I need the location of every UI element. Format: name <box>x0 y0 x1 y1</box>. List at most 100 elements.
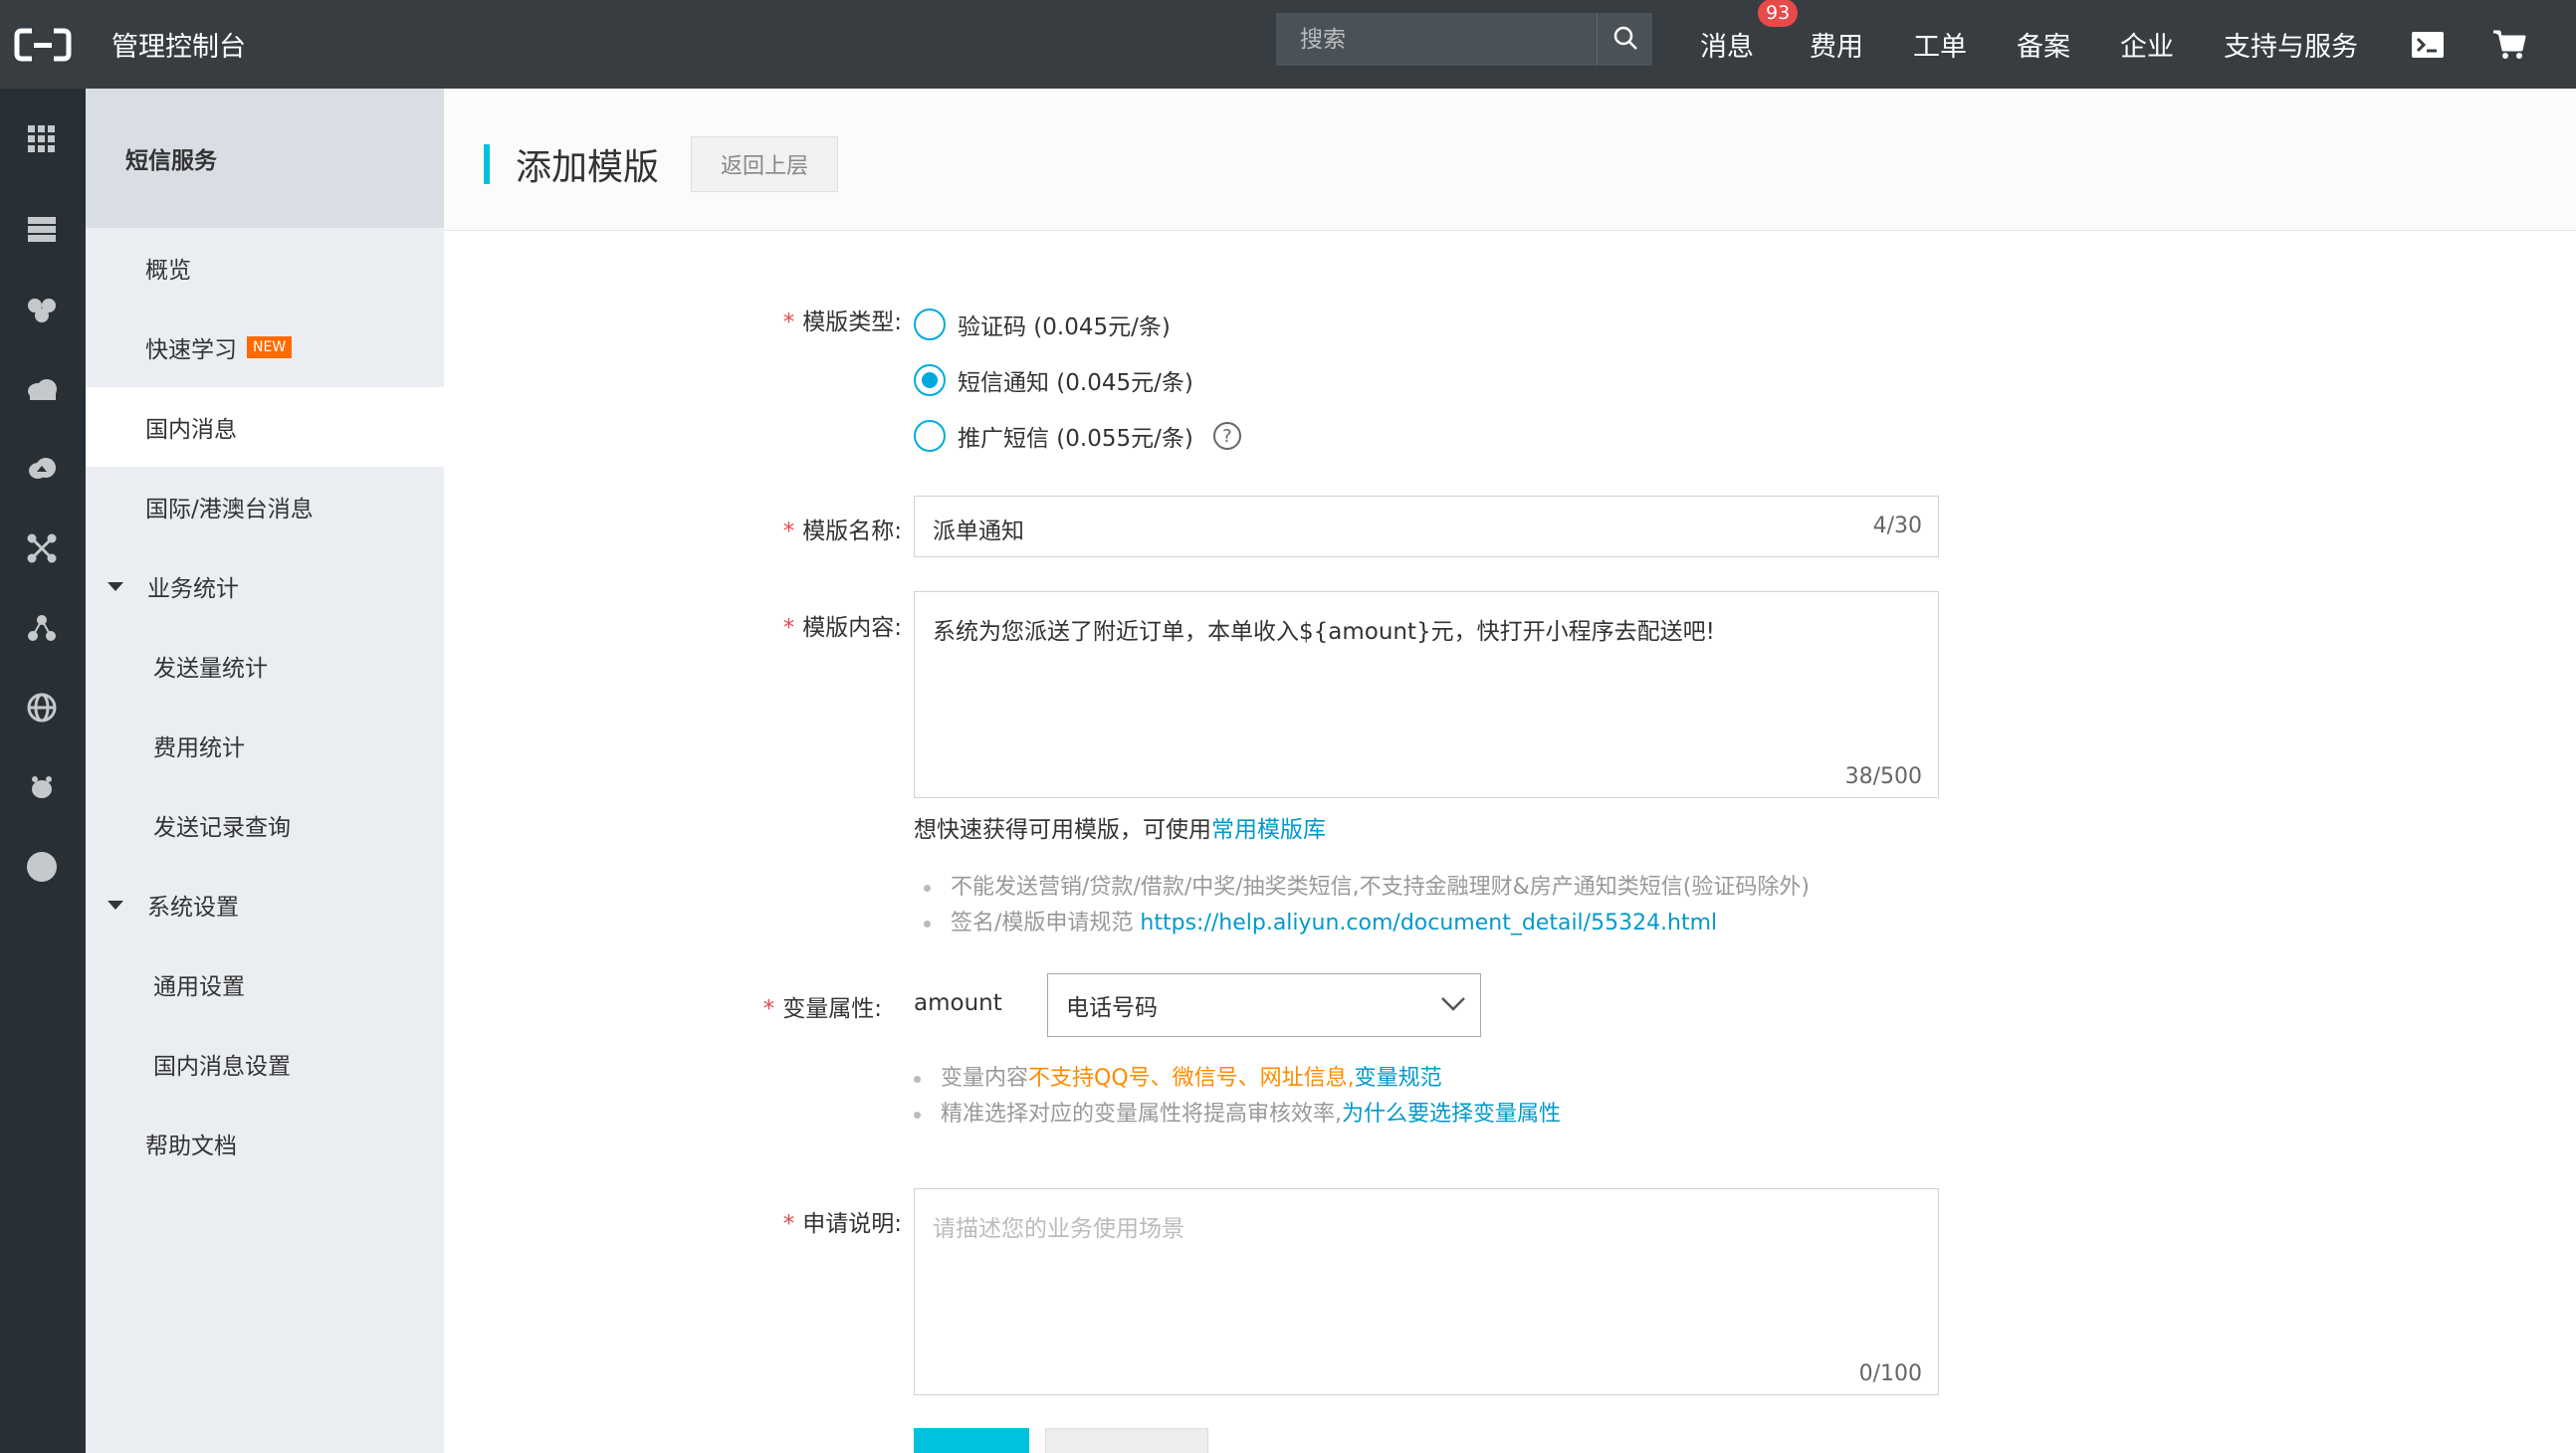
nav-tickets[interactable]: 工单 <box>1913 25 1967 64</box>
preview-button[interactable] <box>1045 1428 1208 1453</box>
search-input[interactable] <box>1276 13 1597 66</box>
sidebar-item-label: 发送记录查询 <box>153 815 291 841</box>
search-icon <box>1612 25 1638 55</box>
sidebar-item-domestic[interactable]: 国内消息 <box>86 387 444 467</box>
apply-desc-textarea[interactable]: 请描述您的业务使用场景 0/100 <box>914 1188 1939 1395</box>
grid-icon[interactable] <box>20 117 64 161</box>
variable-attr-label: * 变量属性: <box>762 996 882 1022</box>
submit-button[interactable] <box>914 1428 1029 1453</box>
sidebar-item-quick-learn[interactable]: 快速学习 NEW <box>86 308 444 387</box>
sidebar-item-fee-stats[interactable]: 费用统计 <box>86 706 444 785</box>
sidebar-item-domestic-settings[interactable]: 国内消息设置 <box>86 1024 444 1104</box>
page-title: 添加模版 <box>516 147 660 188</box>
terminal-icon[interactable] <box>2411 0 2445 89</box>
search-box <box>1276 13 1652 66</box>
help-question-icon[interactable]: ? <box>1212 422 1241 450</box>
sidebar-item-label: 国内消息设置 <box>153 1054 291 1080</box>
variable-spec-link[interactable]: 变量规范 <box>1355 1066 1442 1091</box>
sidebar-item-label: 快速学习 <box>145 337 237 363</box>
radio-promo-sms[interactable]: 推广短信 (0.055元/条) ? <box>914 419 1241 453</box>
template-type-label: * 模版类型: <box>782 310 902 335</box>
rules-doc-link[interactable]: https://help.aliyun.com/document_detail/… <box>1140 911 1717 935</box>
cloud-upload-icon[interactable] <box>20 447 64 491</box>
template-name-input[interactable]: 派单通知 4/30 <box>914 496 1939 557</box>
bug-icon[interactable] <box>20 765 64 809</box>
sms-sidebar: 短信服务 概览 快速学习 NEW 国内消息 国际/港澳台消息 业务统计 发送量统… <box>86 89 444 1453</box>
sidebar-item-label: 帮助文档 <box>145 1134 237 1159</box>
nodes-icon[interactable] <box>20 606 64 650</box>
console-title[interactable]: 管理控制台 <box>111 25 246 64</box>
list-item: 精准选择对应的变量属性将提高审核效率,为什么要选择变量属性 <box>914 1097 1561 1133</box>
sidebar-group-system-settings[interactable]: 系统设置 <box>86 865 444 944</box>
nav-support[interactable]: 支持与服务 <box>2224 25 2358 64</box>
back-button[interactable]: 返回上层 <box>691 136 838 192</box>
title-accent-bar <box>484 144 490 184</box>
chevron-down-icon <box>1440 992 1466 1018</box>
list-item: 不能发送营销/贷款/借款/中奖/抽奖类短信,不支持金融理财&房产通知类短信(验证… <box>924 870 1810 906</box>
template-content-value: 系统为您派送了附近订单，本单收入${amount}元，快打开小程序去配送吧! <box>933 619 1715 645</box>
radio-button[interactable] <box>914 420 946 452</box>
sidebar-item-label: 费用统计 <box>153 735 245 761</box>
sidebar-item-label: 国内消息 <box>145 417 237 443</box>
sidebar-item-overview[interactable]: 概览 <box>86 228 444 308</box>
variable-type-value: 电话号码 <box>1066 995 1158 1021</box>
radio-sms-notify[interactable]: 短信通知 (0.045元/条) <box>914 363 1193 397</box>
server-icon[interactable] <box>20 208 64 252</box>
radio-verify-code[interactable]: 验证码 (0.045元/条) <box>914 308 1171 341</box>
sidebar-title: 短信服务 <box>86 89 444 228</box>
radio-label: 推广短信 (0.055元/条) <box>958 426 1193 452</box>
aliyun-logo-icon[interactable] <box>0 0 86 89</box>
nav-messages-label: 消息 <box>1700 32 1754 63</box>
variable-type-select[interactable]: 电话号码 <box>1047 973 1481 1037</box>
sidebar-item-label: 系统设置 <box>147 895 239 921</box>
sidebar-group-biz-stats[interactable]: 业务统计 <box>86 546 444 626</box>
why-variable-link[interactable]: 为什么要选择变量属性 <box>1342 1102 1561 1127</box>
sidebar-item-label: 业务统计 <box>147 576 239 602</box>
radio-button-selected[interactable] <box>914 364 946 396</box>
cloud-icon[interactable] <box>20 367 64 411</box>
cart-icon[interactable] <box>2492 0 2526 89</box>
sidebar-item-send-stats[interactable]: 发送量统计 <box>86 626 444 706</box>
template-name-value: 派单通知 <box>933 519 1024 544</box>
list-item: 签名/模版申请规范 https://help.aliyun.com/docume… <box>924 906 1810 941</box>
content-char-counter: 38/500 <box>1844 764 1922 789</box>
nav-enterprise[interactable]: 企业 <box>2120 25 2174 64</box>
top-navigation-bar: 管理控制台 消息 93 费用 工单 备案 企业 支持与服务 <box>0 0 2576 89</box>
circle-icon[interactable] <box>20 845 64 889</box>
new-badge: NEW <box>247 336 293 358</box>
sidebar-item-label: 国际/港澳台消息 <box>145 497 314 522</box>
template-content-textarea[interactable]: 系统为您派送了附近订单，本单收入${amount}元，快打开小程序去配送吧! 3… <box>914 591 1939 798</box>
caret-down-icon <box>107 581 123 591</box>
sidebar-item-label: 概览 <box>145 258 191 284</box>
product-icon-rail <box>0 89 86 1453</box>
sidebar-item-label: 发送量统计 <box>153 656 268 682</box>
quick-template-hint: 想快速获得可用模版，可使用常用模版库 <box>914 817 1326 843</box>
content-rules-list: 不能发送营销/贷款/借款/中奖/抽奖类短信,不支持金融理财&房产通知类短信(验证… <box>924 870 1810 941</box>
network-icon[interactable] <box>20 526 64 570</box>
variable-name: amount <box>914 990 1002 1016</box>
apply-desc-placeholder: 请描述您的业务使用场景 <box>933 1216 1184 1242</box>
sidebar-item-help-docs[interactable]: 帮助文档 <box>86 1104 444 1183</box>
list-item: 变量内容不支持QQ号、微信号、网址信息,变量规范 <box>914 1061 1561 1097</box>
apply-char-counter: 0/100 <box>1858 1361 1922 1386</box>
sidebar-item-international[interactable]: 国际/港澳台消息 <box>86 467 444 546</box>
sidebar-item-label: 通用设置 <box>153 974 245 1000</box>
nav-fees[interactable]: 费用 <box>1810 25 1863 64</box>
messages-count-badge: 93 <box>1758 0 1799 27</box>
globe-icon[interactable] <box>20 686 64 729</box>
name-char-counter: 4/30 <box>1872 514 1922 538</box>
search-button[interactable] <box>1597 13 1652 66</box>
radio-label: 短信通知 (0.045元/条) <box>958 370 1193 396</box>
top-nav: 消息 93 费用 工单 备案 企业 支持与服务 <box>1692 0 2358 89</box>
apply-desc-label: * 申请说明: <box>782 1211 902 1237</box>
cluster-icon[interactable] <box>20 288 64 331</box>
caret-down-icon <box>107 900 123 910</box>
nav-messages[interactable]: 消息 93 <box>1700 0 1799 64</box>
nav-icp[interactable]: 备案 <box>2017 25 2070 64</box>
radio-button[interactable] <box>914 309 946 340</box>
sidebar-item-send-records[interactable]: 发送记录查询 <box>86 785 444 865</box>
sidebar-item-general-settings[interactable]: 通用设置 <box>86 944 444 1024</box>
template-content-label: * 模版内容: <box>782 615 902 641</box>
variable-tips-list: 变量内容不支持QQ号、微信号、网址信息,变量规范 精准选择对应的变量属性将提高审… <box>914 1061 1561 1133</box>
template-library-link[interactable]: 常用模版库 <box>1211 817 1326 843</box>
